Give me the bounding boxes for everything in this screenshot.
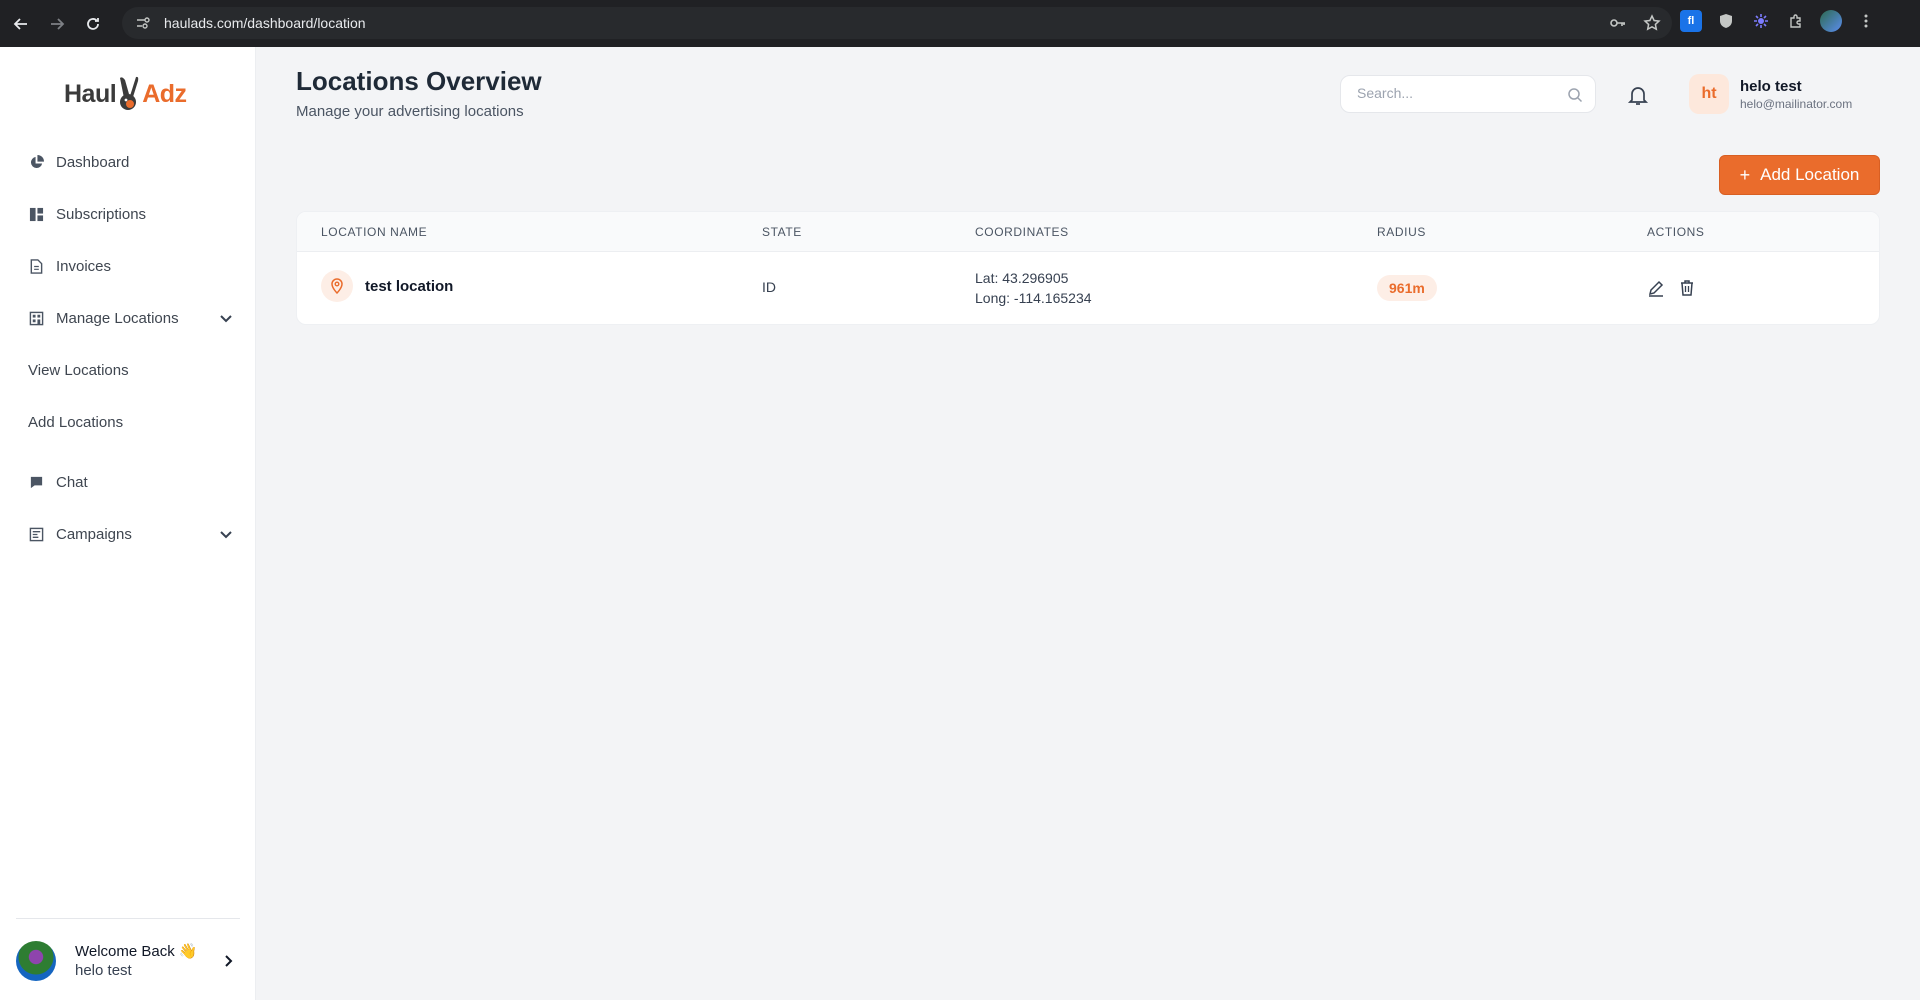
column-header-coordinates: COORDINATES <box>975 225 1069 239</box>
extension-translate-icon[interactable]: fl <box>1680 10 1702 32</box>
chevron-down-icon[interactable] <box>218 310 234 326</box>
table-header: LOCATION NAME STATE COORDINATES RADIUS A… <box>297 212 1879 252</box>
browser-toolbar: haulads.com/dashboard/location fl <box>0 0 1920 47</box>
page-title: Locations Overview <box>296 66 542 96</box>
browser-menu-icon[interactable] <box>1855 10 1877 32</box>
sidebar-item-invoices[interactable]: Invoices <box>28 251 234 281</box>
location-longitude: Long: -114.165234 <box>975 290 1092 306</box>
grid-icon <box>28 206 44 222</box>
sidebar-item-campaigns[interactable]: Campaigns <box>28 519 234 549</box>
location-latitude: Lat: 43.296905 <box>975 270 1069 286</box>
sidebar-item-label: Chat <box>56 473 88 491</box>
add-location-button[interactable]: + Add Location <box>1719 155 1880 195</box>
user-avatar[interactable]: ht <box>1689 74 1729 114</box>
welcome-user-name: helo test <box>75 962 132 979</box>
extension-shield-icon[interactable] <box>1715 10 1737 32</box>
extension-gear-icon[interactable] <box>1750 10 1772 32</box>
sidebar-footer: Welcome Back 👋 helo test <box>16 918 240 981</box>
document-icon <box>28 258 44 274</box>
sidebar-item-dashboard[interactable]: Dashboard <box>28 147 234 177</box>
sidebar-item-manage-locations[interactable]: Manage Locations <box>28 303 234 333</box>
url-text[interactable]: haulads.com/dashboard/location <box>164 15 366 31</box>
sidebar: Haul Adz Dashboard Subscriptions Invoice… <box>0 47 256 1000</box>
address-bar[interactable]: haulads.com/dashboard/location <box>122 7 1672 39</box>
sidebar-subitem-view-locations[interactable]: View Locations <box>28 355 129 385</box>
header-user-email: helo@mailinator.com <box>1740 97 1853 111</box>
sidebar-item-label: Campaigns <box>56 525 132 543</box>
profile-avatar-icon[interactable] <box>1820 10 1842 32</box>
sidebar-item-chat[interactable]: Chat <box>28 467 234 497</box>
sidebar-user-card[interactable]: Welcome Back 👋 helo test <box>16 939 240 983</box>
avatar <box>16 941 56 981</box>
brand-logo[interactable]: Haul Adz <box>64 69 194 119</box>
brand-name-part1: Haul <box>64 79 117 108</box>
sidebar-subitem-add-locations[interactable]: Add Locations <box>28 407 123 437</box>
sidebar-item-label: Invoices <box>56 257 112 275</box>
chevron-right-icon[interactable] <box>220 953 236 969</box>
search-input[interactable] <box>1357 85 1557 101</box>
pie-chart-icon <box>28 154 44 170</box>
bell-icon[interactable] <box>1627 84 1649 106</box>
search-icon[interactable] <box>1567 87 1583 103</box>
location-name: test location <box>365 278 454 295</box>
password-key-icon[interactable] <box>1608 13 1628 33</box>
map-pin-icon <box>321 270 353 302</box>
edit-pencil-icon[interactable] <box>1647 279 1665 297</box>
table-row: test location ID Lat: 43.296905 Long: -1… <box>297 253 1879 324</box>
column-header-actions: ACTIONS <box>1647 225 1705 239</box>
page-subtitle: Manage your advertising locations <box>296 103 524 120</box>
sidebar-item-label: Manage Locations <box>56 309 179 327</box>
campaign-icon <box>28 526 44 542</box>
reload-icon[interactable] <box>78 9 108 39</box>
site-settings-icon[interactable] <box>134 14 152 32</box>
welcome-text: Welcome Back 👋 <box>75 943 198 960</box>
add-location-label: Add Location <box>1760 165 1860 184</box>
extensions-puzzle-icon[interactable] <box>1785 10 1807 32</box>
column-header-radius: RADIUS <box>1377 225 1426 239</box>
brand-name-part2: Adz <box>142 79 187 108</box>
locations-table: LOCATION NAME STATE COORDINATES RADIUS A… <box>296 211 1880 325</box>
rabbit-mascot-icon <box>120 76 139 110</box>
plus-icon: + <box>1739 164 1751 185</box>
bookmark-star-icon[interactable] <box>1642 13 1662 33</box>
building-icon <box>28 310 44 326</box>
header-user-name[interactable]: helo test <box>1740 78 1802 95</box>
sidebar-item-label: Subscriptions <box>56 205 147 223</box>
chat-icon <box>28 474 44 490</box>
column-header-location-name: LOCATION NAME <box>321 225 428 239</box>
chevron-down-icon[interactable] <box>218 526 234 542</box>
delete-trash-icon[interactable] <box>1678 279 1696 297</box>
search-box <box>1340 75 1596 113</box>
back-icon[interactable] <box>6 9 36 39</box>
sidebar-item-label: Dashboard <box>56 153 130 171</box>
forward-icon[interactable] <box>42 9 72 39</box>
sidebar-item-subscriptions[interactable]: Subscriptions <box>28 199 234 229</box>
location-state: ID <box>762 279 776 295</box>
radius-badge: 961m <box>1377 275 1437 301</box>
column-header-state: STATE <box>762 225 802 239</box>
